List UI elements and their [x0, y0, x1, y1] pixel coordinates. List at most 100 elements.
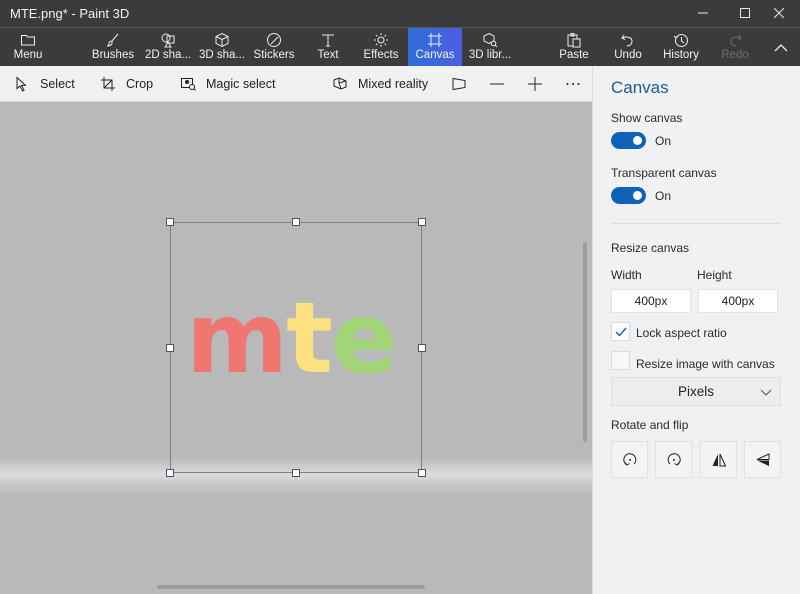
ribbon-3d-library[interactable]: 3D libr...	[466, 28, 514, 67]
transparent-canvas-state: On	[655, 189, 672, 203]
ribbon-effects[interactable]: Effects	[362, 28, 400, 67]
flip-vertical-icon	[756, 452, 769, 466]
select-tool-button[interactable]: Select	[14, 66, 75, 102]
window-title: MTE.png* - Paint 3D	[10, 6, 130, 21]
magic-select-label: Magic select	[206, 77, 276, 91]
resize-handle-bottom[interactable]	[292, 469, 300, 477]
ribbon-3d-shapes[interactable]: 3D sha...	[197, 28, 247, 67]
more-button[interactable]	[565, 66, 581, 102]
flip-horizontal-icon	[712, 453, 726, 466]
show-canvas-state: On	[655, 134, 672, 148]
resize-handle-top-left[interactable]	[166, 218, 174, 226]
rotate-left-icon	[622, 452, 636, 466]
view-perspective-button[interactable]	[451, 66, 467, 102]
width-input[interactable]: 400px	[611, 289, 691, 313]
show-canvas-label: Show canvas	[611, 111, 683, 125]
rotate-right-button[interactable]	[655, 441, 692, 478]
plus-icon	[528, 77, 542, 91]
collapse-ribbon-button[interactable]	[768, 28, 794, 67]
ribbon-2d-shapes[interactable]: 2D sha...	[143, 28, 193, 67]
minus-icon	[490, 83, 504, 85]
ribbon-label: 3D sha...	[198, 49, 246, 61]
rotate-left-button[interactable]	[611, 441, 648, 478]
ribbon-paste[interactable]: Paste	[558, 28, 590, 67]
ribbon-canvas[interactable]: Canvas	[408, 28, 462, 67]
minimize-icon	[698, 6, 708, 21]
more-icon	[566, 83, 580, 85]
ribbon-label: History	[663, 49, 699, 61]
magic-select-button[interactable]: Magic select	[180, 66, 275, 102]
horizontal-scrollbar[interactable]	[157, 585, 425, 589]
height-input[interactable]: 400px	[698, 289, 778, 313]
rotate-right-icon	[667, 452, 681, 466]
resize-image-checkbox[interactable]	[611, 351, 630, 370]
menu-button[interactable]: Menu	[10, 28, 46, 67]
mixed-reality-button[interactable]: Mixed reality	[332, 66, 428, 102]
crop-icon	[101, 77, 115, 91]
chevron-down-icon	[760, 389, 772, 396]
ribbon-text[interactable]: Text	[313, 28, 343, 67]
chevron-up-icon	[774, 43, 788, 51]
magic-select-icon	[181, 78, 196, 91]
ribbon-label: 2D sha...	[144, 49, 192, 61]
width-label: Width	[611, 268, 642, 282]
resize-handle-top-right[interactable]	[418, 218, 426, 226]
lock-aspect-checkbox[interactable]	[611, 322, 630, 341]
stickers-icon	[267, 33, 281, 47]
ribbon-label: Canvas	[415, 49, 455, 61]
units-dropdown[interactable]: Pixels	[611, 377, 781, 406]
resize-image-label: Resize image with canvas	[636, 357, 775, 371]
ribbon-label: Brushes	[91, 49, 135, 61]
cursor-icon	[16, 76, 27, 92]
zoom-out-button[interactable]	[489, 66, 505, 102]
zoom-in-button[interactable]	[527, 66, 543, 102]
undo-icon	[621, 34, 633, 47]
canvas-bounds	[170, 222, 422, 473]
minimize-button[interactable]	[680, 0, 726, 27]
panel-title: Canvas	[611, 78, 669, 97]
brush-icon	[106, 33, 119, 47]
flip-horizontal-button[interactable]	[700, 441, 737, 478]
toolbar: Select Crop Magic select Mixed reality	[0, 66, 592, 102]
effects-icon	[374, 33, 388, 47]
resize-handle-left[interactable]	[166, 344, 174, 352]
crop-label: Crop	[126, 77, 154, 91]
resize-handle-bottom-right[interactable]	[418, 469, 426, 477]
3d-shapes-icon	[215, 32, 229, 48]
canvas-icon	[428, 33, 442, 47]
ribbon-undo[interactable]: Undo	[612, 28, 644, 67]
ribbon-label: Stickers	[253, 49, 295, 61]
maximize-icon	[740, 6, 750, 21]
vertical-scrollbar[interactable]	[583, 242, 587, 442]
ribbon-stickers[interactable]: Stickers	[252, 28, 296, 67]
mixed-reality-icon	[333, 77, 347, 90]
canvas-workspace[interactable]: mte	[0, 102, 592, 594]
menu-label: Menu	[13, 49, 43, 61]
ribbon-label: Effects	[363, 49, 399, 61]
2d-shapes-icon	[161, 33, 175, 48]
ribbon-label: 3D libr...	[468, 49, 512, 61]
paste-icon	[567, 33, 581, 48]
ribbon: Menu Brushes 2D sha... 3D sha... Sticker…	[0, 27, 800, 67]
close-icon	[773, 6, 785, 21]
resize-handle-bottom-left[interactable]	[166, 469, 174, 477]
resize-handle-top[interactable]	[292, 218, 300, 226]
close-button[interactable]	[756, 0, 800, 27]
lock-aspect-label: Lock aspect ratio	[636, 326, 727, 340]
select-label: Select	[40, 77, 75, 91]
ribbon-label: Undo	[614, 49, 642, 61]
view-perspective-icon	[452, 77, 466, 91]
ribbon-redo[interactable]: Redo	[718, 28, 752, 67]
flip-vertical-button[interactable]	[744, 441, 781, 478]
resize-handle-right[interactable]	[418, 344, 426, 352]
checkmark-icon	[615, 327, 627, 337]
units-value: Pixels	[677, 384, 714, 399]
ribbon-history[interactable]: History	[660, 28, 702, 67]
transparent-canvas-toggle[interactable]	[611, 187, 646, 204]
show-canvas-toggle[interactable]	[611, 132, 646, 149]
mixed-reality-label: Mixed reality	[358, 77, 429, 91]
crop-button[interactable]: Crop	[100, 66, 153, 102]
ribbon-brushes[interactable]: Brushes	[90, 28, 136, 67]
ribbon-label: Paste	[559, 49, 589, 61]
resize-canvas-label: Resize canvas	[611, 241, 690, 255]
